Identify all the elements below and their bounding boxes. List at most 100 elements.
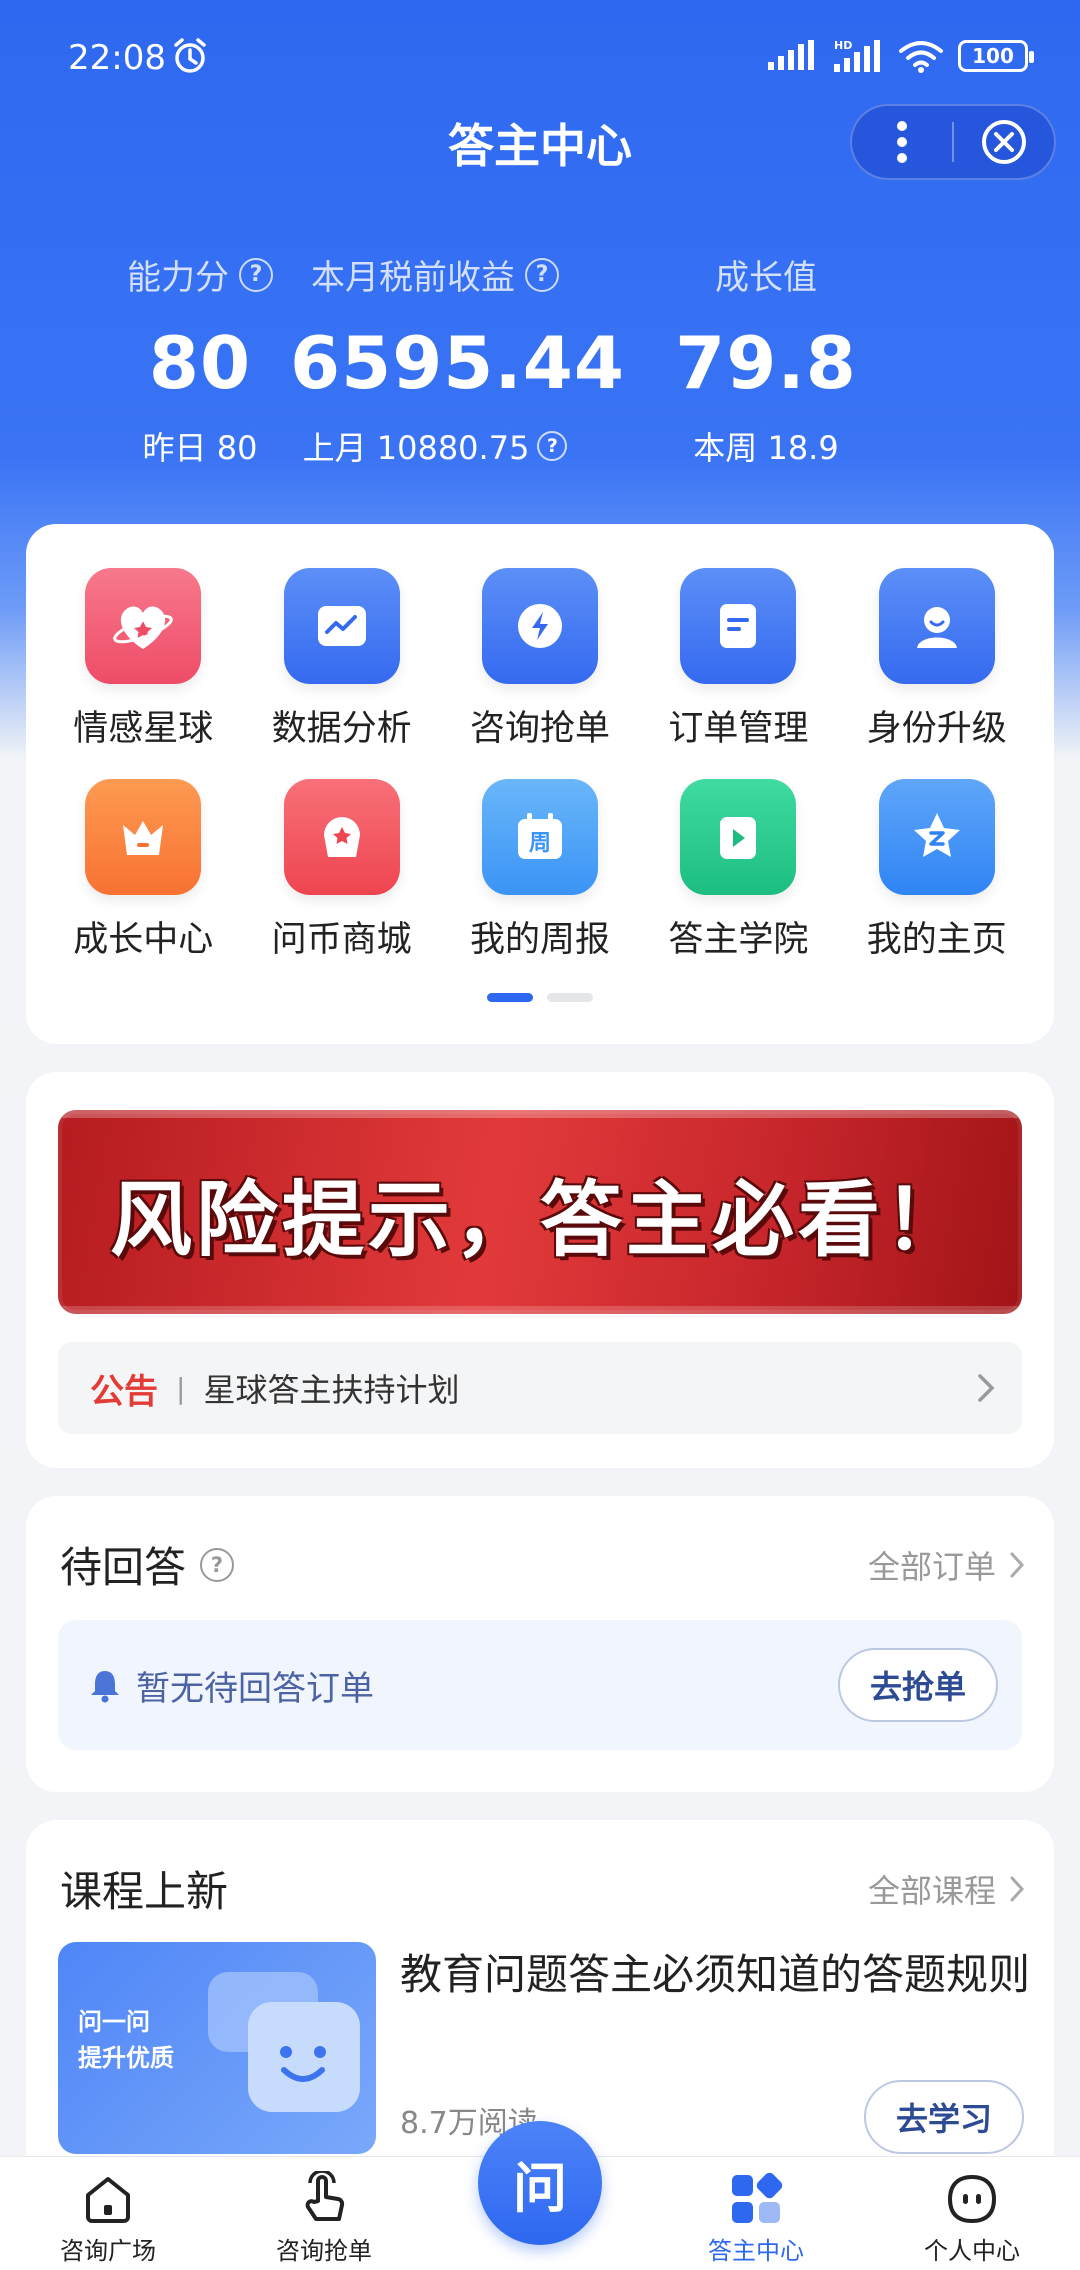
tab-personal-center[interactable]: 个人中心 <box>864 2157 1080 2270</box>
calendar-icon: 周 <box>481 779 598 895</box>
all-courses-link[interactable]: 全部课程 <box>868 1866 1026 1912</box>
grid-item-my-homepage[interactable]: 我的主页 <box>838 779 1036 962</box>
grid-item-grab-consult[interactable]: 咨询抢单 <box>441 568 639 751</box>
crown-icon <box>85 779 202 895</box>
section-title: 待回答? <box>60 1534 235 1595</box>
study-button[interactable]: 去学习 <box>864 2080 1024 2154</box>
more-button[interactable] <box>852 104 952 180</box>
course-title[interactable]: 教育问题答主必须知道的答题规则 <box>400 1946 1040 2005</box>
grid-item-growth-center[interactable]: 成长中心 <box>44 779 242 962</box>
grid-item-data-analysis[interactable]: 数据分析 <box>242 568 440 751</box>
person-icon <box>878 568 995 684</box>
grid-item-label: 我的周报 <box>469 920 610 960</box>
grab-order-button[interactable]: 去抢单 <box>838 1648 998 1722</box>
document-icon <box>680 568 797 684</box>
grid-item-label: 数据分析 <box>271 709 412 749</box>
banner-text: 风险提示，答主必看！ <box>109 1172 970 1268</box>
help-icon[interactable]: ? <box>239 257 273 292</box>
svg-text:周: 周 <box>529 831 551 856</box>
signal-hd-icon: HD <box>834 39 880 72</box>
chevron-right-icon <box>1010 1552 1025 1578</box>
svg-text:HD: HD <box>834 39 852 52</box>
chevron-right-icon <box>1010 1876 1025 1902</box>
close-icon <box>981 120 1026 164</box>
bottom-tab-bar: 咨询广场 咨询抢单 问 答主中心 个人中心 <box>0 2121 1080 2270</box>
tab-grab-consult[interactable]: 咨询抢单 <box>216 2157 432 2270</box>
stat-label: 成长值 <box>715 258 817 298</box>
grid-item-label: 我的主页 <box>866 920 1007 960</box>
stat-sub: 上月 10880.75? <box>290 423 580 469</box>
stat-growth[interactable]: 成长值 79.8 本周 18.9 <box>616 250 916 469</box>
tab-consult-square[interactable]: 咨询广场 <box>0 2157 216 2270</box>
battery-icon: 100 <box>958 40 1034 72</box>
wifi-icon <box>899 41 943 73</box>
pending-empty-state: 暂无待回答订单 去抢单 <box>58 1620 1022 1750</box>
notice-separator: | <box>176 1371 186 1405</box>
grid-item-label: 答主学院 <box>668 920 809 960</box>
grid-item-label: 成长中心 <box>73 920 214 960</box>
play-book-icon <box>680 779 797 895</box>
thumbnail-caption: 问一问 提升优质 <box>78 2008 174 2072</box>
notice-bar[interactable]: 公告 | 星球答主扶持计划 <box>58 1342 1022 1434</box>
grid-item-label: 咨询抢单 <box>469 709 610 749</box>
page-dot[interactable] <box>547 993 593 1002</box>
banner-decoration <box>58 1306 1022 1314</box>
grid-apps-icon <box>728 2171 784 2227</box>
help-icon[interactable]: ? <box>525 257 559 292</box>
tab-ask-center[interactable]: 问 <box>432 2121 648 2270</box>
section-title: 课程上新 <box>60 1867 229 1916</box>
bell-icon <box>91 1671 119 1703</box>
grid-item-order-management[interactable]: 订单管理 <box>639 568 837 751</box>
tab-label: 咨询抢单 <box>276 2237 372 2265</box>
lightning-icon <box>481 568 598 684</box>
star-z-icon <box>878 779 995 895</box>
tab-label: 答主中心 <box>708 2237 804 2265</box>
notice-text: 星球答主扶持计划 <box>203 1371 460 1409</box>
alarm-icon <box>174 38 206 73</box>
tab-answerer-center[interactable]: 答主中心 <box>648 2157 864 2270</box>
grid-item-identity-upgrade[interactable]: 身份升级 <box>838 568 1036 751</box>
all-orders-link[interactable]: 全部订单 <box>868 1542 1026 1588</box>
stat-value: 6595.44 <box>290 321 625 405</box>
notice-tag: 公告 <box>90 1371 158 1412</box>
grid-item-label: 情感星球 <box>73 709 214 749</box>
stats-row: 能力分? 80 昨日 80 本月税前收益? 6595.44 上月 10880.7… <box>0 250 1080 469</box>
grid-item-coin-mall[interactable]: 问币商城 <box>242 779 440 962</box>
profile-face-icon <box>944 2171 1000 2227</box>
gift-bag-icon <box>283 779 400 895</box>
status-time: 22:08 <box>68 38 166 78</box>
grid-item-label: 订单管理 <box>668 709 809 749</box>
status-indicators: HD 100 <box>766 38 1034 74</box>
stat-value: 79.8 <box>675 321 857 405</box>
signal-icon <box>768 40 814 70</box>
stat-sub: 本周 18.9 <box>693 429 839 467</box>
status-bar: 22:08 HD 100 <box>0 0 1080 110</box>
grid-item-emotion-planet[interactable]: 情感星球 <box>44 568 242 751</box>
help-icon[interactable]: ? <box>200 1547 235 1582</box>
feature-grid: 情感星球 数据分析 咨询抢单 订单管理 身份升级 成长中心 问币商城 周 我的周… <box>44 568 1036 962</box>
chevron-right-icon <box>978 1374 995 1402</box>
pending-empty-text: 暂无待回答订单 <box>136 1668 374 1709</box>
page-dot-active[interactable] <box>487 993 533 1002</box>
stat-income[interactable]: 本月税前收益? 6595.44 上月 10880.75? <box>290 250 625 469</box>
heart-planet-icon <box>85 568 202 684</box>
ask-center-icon[interactable]: 问 <box>478 2121 602 2245</box>
grid-item-academy[interactable]: 答主学院 <box>639 779 837 962</box>
course-thumbnail[interactable]: 问一问 提升优质 <box>58 1942 376 2154</box>
help-icon[interactable]: ? <box>537 431 568 461</box>
grid-item-weekly-report[interactable]: 周 我的周报 <box>441 779 639 962</box>
grid-item-label: 身份升级 <box>866 709 1007 749</box>
feature-grid-card: 情感星球 数据分析 咨询抢单 订单管理 身份升级 成长中心 问币商城 周 我的周… <box>26 524 1054 1044</box>
banner-card: 风险提示，答主必看！ 公告 | 星球答主扶持计划 <box>26 1072 1054 1468</box>
banner-decoration <box>58 1110 1022 1118</box>
close-button[interactable] <box>954 104 1054 180</box>
chart-icon <box>283 568 400 684</box>
tap-hand-icon <box>296 2171 352 2227</box>
tab-label: 个人中心 <box>924 2237 1020 2265</box>
home-icon <box>80 2171 136 2227</box>
pending-answers-card: 待回答? 全部订单 暂无待回答订单 去抢单 <box>26 1496 1054 1792</box>
page-indicator <box>26 993 1054 1002</box>
grid-item-label: 问币商城 <box>271 920 412 960</box>
risk-banner[interactable]: 风险提示，答主必看！ <box>58 1110 1022 1314</box>
more-dots-icon <box>897 121 908 163</box>
